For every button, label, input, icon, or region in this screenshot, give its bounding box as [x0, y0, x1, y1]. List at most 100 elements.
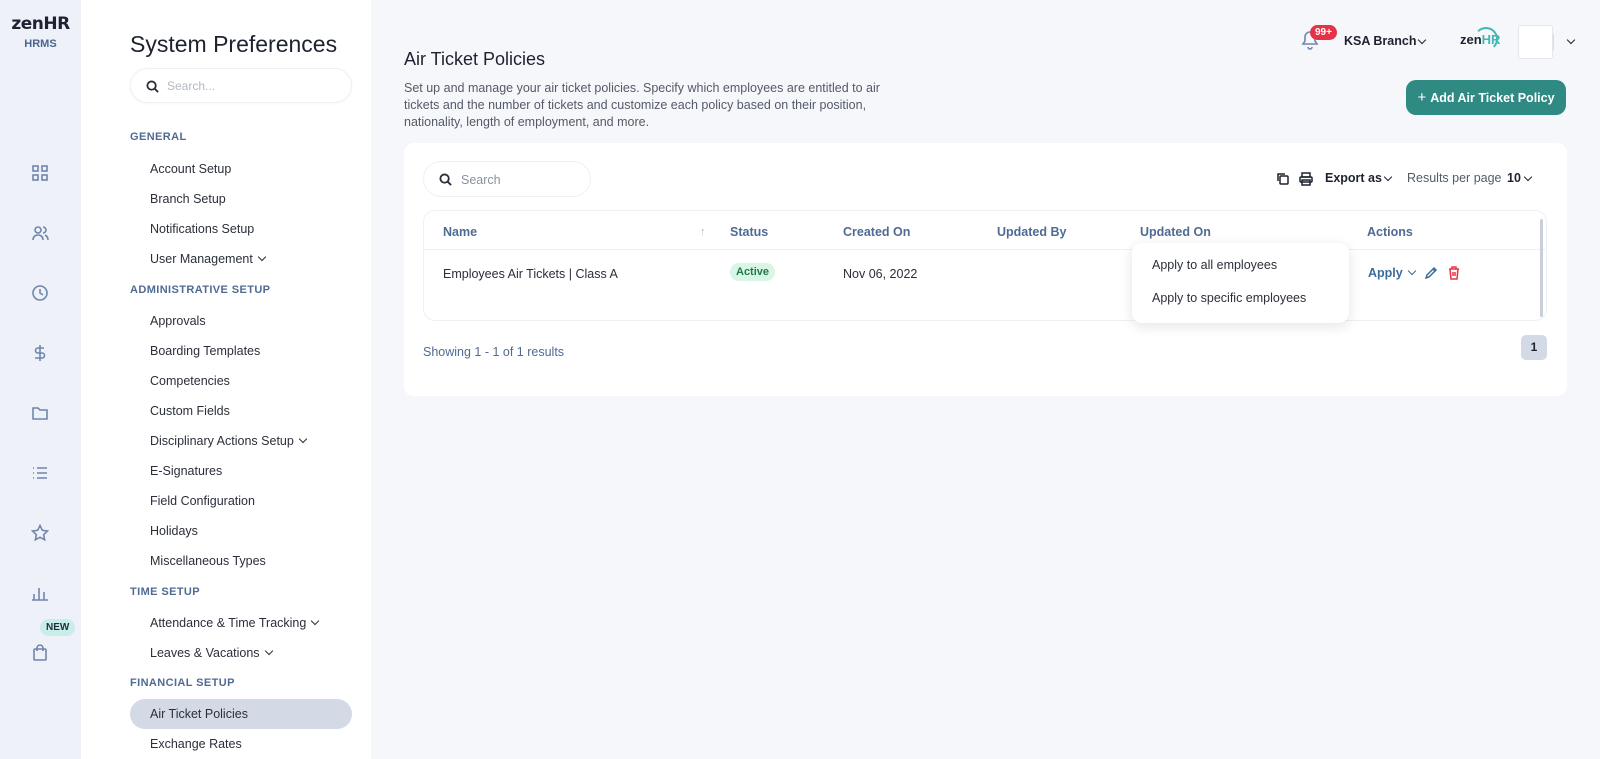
app-logo[interactable]: zenHR HRMS — [0, 14, 81, 50]
menu-item-apply-all[interactable]: Apply to all employees — [1152, 258, 1277, 272]
bar-chart-icon[interactable] — [29, 582, 51, 604]
sidebar-item-label: User Management — [150, 252, 253, 266]
add-button-label: Add Air Ticket Policy — [1430, 90, 1555, 105]
notification-count-badge: 99+ — [1310, 25, 1337, 40]
apply-button[interactable]: Apply — [1368, 266, 1403, 280]
edit-icon[interactable] — [1424, 266, 1438, 280]
table-search-placeholder: Search — [461, 173, 501, 187]
sidebar-item-label: E-Signatures — [150, 464, 223, 478]
export-dropdown[interactable]: Export as — [1325, 171, 1382, 185]
sidebar-title: System Preferences — [130, 31, 338, 57]
logo-subtitle: HRMS — [24, 38, 57, 50]
icon-rail: zenHR HRMS NEW — [0, 0, 81, 759]
logo-hr: HR — [43, 14, 70, 34]
brand-arc-icon — [1474, 27, 1498, 51]
folder-icon[interactable] — [29, 402, 51, 424]
column-header-updated-by: Updated By — [997, 225, 1067, 239]
sidebar-item-exchange-rates[interactable]: Exchange Rates — [150, 737, 242, 751]
list-icon[interactable] — [29, 462, 51, 484]
chevron-down-icon[interactable] — [1566, 35, 1576, 45]
divider — [424, 249, 1546, 250]
sidebar-item-notifications-setup[interactable]: Notifications Setup — [150, 222, 254, 236]
sidebar-item-label: Holidays — [150, 524, 198, 538]
dashboard-icon[interactable] — [29, 162, 51, 184]
sidebar-item-label: Attendance & Time Tracking — [150, 616, 307, 630]
star-icon[interactable] — [29, 522, 51, 544]
section-administrative: ADMINISTRATIVE SETUP — [130, 284, 271, 296]
sidebar-item-branch-setup[interactable]: Branch Setup — [150, 192, 226, 206]
column-header-created-on: Created On — [843, 225, 911, 239]
apply-dropdown-menu: Apply to all employees Apply to specific… — [1132, 243, 1349, 323]
table-search-input[interactable]: Search — [423, 161, 591, 197]
branch-selector[interactable]: KSA Branch — [1344, 34, 1416, 48]
plus-icon: + — [1417, 89, 1427, 106]
section-general: GENERAL — [130, 131, 187, 143]
chevron-down-icon[interactable] — [1417, 35, 1427, 45]
sidebar-item-boarding-templates[interactable]: Boarding Templates — [150, 344, 260, 358]
print-icon[interactable] — [1299, 172, 1313, 186]
sidebar-item-label: Competencies — [150, 374, 230, 388]
sidebar-item-holidays[interactable]: Holidays — [150, 524, 198, 538]
pagination-page-1[interactable]: 1 — [1521, 335, 1547, 360]
sidebar-item-account-setup[interactable]: Account Setup — [150, 162, 231, 176]
chevron-down-icon — [311, 616, 320, 626]
sidebar-item-leaves-vacations[interactable]: Leaves & Vacations — [150, 646, 273, 660]
sidebar-item-competencies[interactable]: Competencies — [150, 374, 230, 388]
add-air-ticket-policy-button[interactable]: + Add Air Ticket Policy — [1406, 80, 1566, 115]
section-financial: FINANCIAL SETUP — [130, 677, 235, 689]
table-scrollbar[interactable] — [1540, 219, 1543, 317]
sidebar-item-approvals[interactable]: Approvals — [150, 314, 206, 328]
sidebar-item-label: Air Ticket Policies — [150, 707, 248, 721]
sidebar-item-label: Miscellaneous Types — [150, 554, 266, 568]
chevron-down-icon[interactable] — [1407, 266, 1417, 276]
sidebar-item-miscellaneous-types[interactable]: Miscellaneous Types — [150, 554, 266, 568]
chevron-down-icon — [257, 252, 267, 262]
chevron-down-icon — [298, 434, 308, 444]
sidebar-item-disciplinary-actions-setup[interactable]: Disciplinary Actions Setup — [150, 434, 308, 448]
column-header-updated-on: Updated On — [1140, 225, 1211, 239]
settings-sidebar: System Preferences Search... GENERAL Acc… — [81, 0, 371, 759]
row-name: Employees Air Tickets | Class A — [443, 267, 618, 281]
policies-table: Name ↑ Status Created On Updated By Upda… — [423, 210, 1547, 321]
results-summary: Showing 1 - 1 of 1 results — [423, 345, 565, 359]
sidebar-item-label: Approvals — [150, 314, 206, 328]
section-time: TIME SETUP — [130, 586, 201, 598]
delete-icon[interactable] — [1447, 265, 1461, 280]
search-icon — [146, 80, 159, 93]
logo-word: zen — [11, 14, 44, 34]
chevron-down-icon[interactable] — [1383, 172, 1393, 182]
clock-icon[interactable] — [29, 282, 51, 304]
row-created-on: Nov 06, 2022 — [843, 267, 918, 281]
sort-arrow-icon[interactable]: ↑ — [700, 226, 706, 238]
column-header-actions: Actions — [1367, 225, 1413, 239]
sidebar-item-label: Field Configuration — [150, 494, 255, 508]
sidebar-search-placeholder: Search... — [167, 79, 216, 93]
bag-icon[interactable] — [29, 642, 51, 664]
people-icon[interactable] — [29, 222, 51, 244]
policies-card: Search Export as Results per page 10 Nam… — [404, 143, 1567, 396]
sidebar-item-field-configuration[interactable]: Field Configuration — [150, 494, 255, 508]
sidebar-item-custom-fields[interactable]: Custom Fields — [150, 404, 230, 418]
sidebar-item-label: Branch Setup — [150, 192, 226, 206]
chevron-down-icon[interactable] — [1523, 172, 1533, 182]
copy-icon[interactable] — [1276, 172, 1290, 186]
sidebar-item-label: Leaves & Vacations — [150, 646, 260, 660]
sidebar-item-attendance-time-tracking[interactable]: Attendance & Time Tracking — [150, 616, 320, 630]
page-title: Air Ticket Policies — [404, 49, 546, 69]
sidebar-item-label: Exchange Rates — [150, 737, 242, 751]
avatar[interactable] — [1518, 25, 1553, 59]
dollar-icon[interactable] — [29, 342, 51, 364]
sidebar-search-input[interactable]: Search... — [130, 68, 352, 103]
results-per-page-select[interactable]: 10 — [1507, 171, 1521, 185]
menu-item-apply-specific[interactable]: Apply to specific employees — [1152, 291, 1306, 305]
sidebar-item-air-ticket-policies[interactable]: Air Ticket Policies — [130, 699, 352, 729]
sidebar-item-label: Account Setup — [150, 162, 232, 176]
sidebar-item-e-signatures[interactable]: E-Signatures — [150, 464, 222, 478]
sidebar-item-user-management[interactable]: User Management — [150, 252, 267, 266]
chevron-down-icon — [264, 646, 273, 656]
search-icon — [439, 173, 452, 186]
column-header-name[interactable]: Name — [443, 225, 477, 239]
status-badge: Active — [730, 263, 776, 281]
page-description: Set up and manage your air ticket polici… — [404, 81, 880, 129]
sidebar-item-label: Boarding Templates — [150, 344, 261, 358]
